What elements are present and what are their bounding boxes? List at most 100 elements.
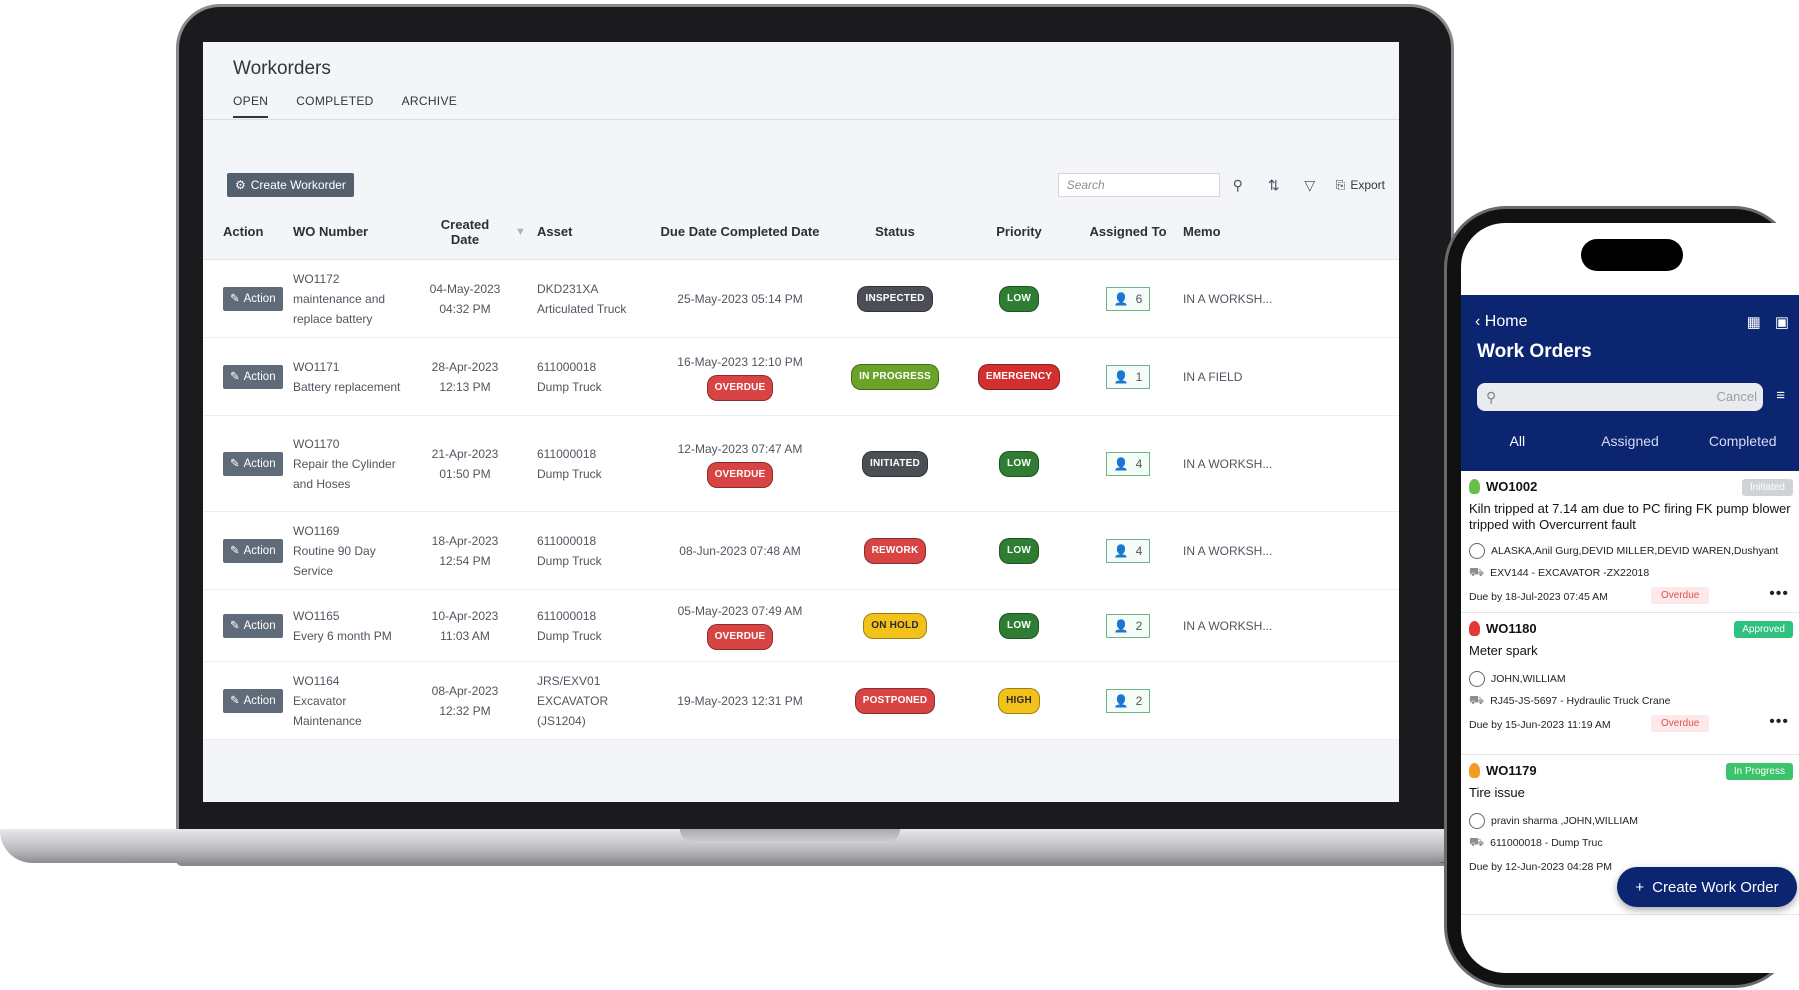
- column-action[interactable]: Action: [203, 224, 287, 239]
- due-date: 25-May-2023 05:14 PM: [677, 291, 803, 306]
- tab-archive[interactable]: ARCHIVE: [402, 94, 457, 118]
- card-wo-number: WO1180: [1469, 621, 1537, 636]
- row-action-button[interactable]: ✎ Action: [223, 451, 283, 476]
- created-date: 28-Apr-2023: [431, 359, 499, 374]
- created-cell: 28-Apr-2023 12:13 PM: [421, 357, 509, 397]
- user-icon: 👤: [1113, 618, 1129, 633]
- due-cell: 12-May-2023 07:47 AM OVERDUE: [649, 439, 831, 488]
- mobile-search-input[interactable]: ⚲ Cancel: [1477, 383, 1763, 411]
- search-input[interactable]: Search: [1057, 173, 1220, 197]
- wo-description: Routine 90 Day Service: [293, 543, 376, 578]
- archive-box-icon[interactable]: ▣: [1775, 313, 1789, 331]
- wo-number[interactable]: WO1169: [293, 521, 415, 541]
- wo-number[interactable]: WO1164: [293, 671, 415, 691]
- status-cell: INSPECTED: [831, 285, 959, 312]
- sort-icon[interactable]: ⇅: [1256, 177, 1292, 194]
- row-action-button[interactable]: ✎ Action: [223, 688, 283, 713]
- wo-number[interactable]: WO1171: [293, 357, 415, 377]
- assigned-chip[interactable]: 👤 2: [1105, 688, 1151, 713]
- assigned-chip[interactable]: 👤 4: [1105, 451, 1151, 476]
- column-asset[interactable]: Asset: [531, 224, 649, 239]
- priority-badge: EMERGENCY: [977, 363, 1061, 390]
- edit-icon: ✎: [230, 694, 240, 707]
- create-workorder-button[interactable]: ⚙ Create Workorder: [227, 173, 354, 197]
- row-action-button[interactable]: ✎ Action: [223, 613, 283, 638]
- column-memo[interactable]: Memo: [1177, 224, 1287, 239]
- filter-lines-icon[interactable]: ≡: [1776, 387, 1785, 404]
- wo-number[interactable]: WO1170: [293, 434, 415, 454]
- column-filter-icon[interactable]: ▼: [509, 226, 531, 238]
- calendar-icon[interactable]: ▦: [1747, 313, 1761, 331]
- table-row[interactable]: ✎ Action WO1172 maintenance and replace bat…: [203, 260, 1399, 338]
- status-cell: ON HOLD: [831, 612, 959, 639]
- action-cell: ✎ Action: [203, 688, 287, 713]
- export-button[interactable]: ⎘ Export: [1336, 178, 1385, 193]
- asset-id: JRS/EXV01: [537, 673, 601, 688]
- status-badge: POSTPONED: [854, 687, 936, 714]
- assigned-chip[interactable]: 👤 4: [1105, 538, 1151, 563]
- card-asset: ⛟ 611000018 - Dump Truc: [1469, 835, 1603, 851]
- card-status-badge: In Progress: [1725, 763, 1793, 780]
- more-options-icon[interactable]: •••: [1769, 713, 1789, 731]
- assigned-count: 4: [1135, 543, 1143, 558]
- filter-icon[interactable]: ▽: [1292, 177, 1328, 194]
- asset-label: 611000018 - Dump Truc: [1490, 837, 1603, 849]
- column-status[interactable]: Status: [831, 224, 959, 239]
- assigned-chip[interactable]: 👤 1: [1105, 364, 1151, 389]
- tab-all[interactable]: All: [1461, 433, 1574, 449]
- asset-name: Dump Truck: [537, 466, 602, 481]
- column-due-date[interactable]: Due Date Completed Date: [649, 224, 831, 239]
- memo-cell: IN A FIELD: [1183, 369, 1243, 384]
- table-row[interactable]: ✎ Action WO1170 Repair the Cylinder and Hos…: [203, 416, 1399, 512]
- wo-number[interactable]: WO1172: [293, 269, 415, 289]
- create-work-order-fab[interactable]: + Create Work Order: [1617, 867, 1797, 907]
- row-action-button[interactable]: ✎ Action: [223, 286, 283, 311]
- tab-completed[interactable]: Completed: [1686, 433, 1799, 449]
- overdue-badge: OVERDUE: [706, 375, 774, 401]
- column-wo-number[interactable]: WO Number: [287, 224, 421, 239]
- table-row[interactable]: ✎ Action WO1164 Excavator Maintenance 08-Apr…: [203, 662, 1399, 740]
- card-overdue-badge: Overdue: [1651, 715, 1710, 732]
- asset-name: EXCAVATOR (JS1204): [537, 693, 609, 728]
- search-icon[interactable]: ⚲: [1220, 177, 1256, 194]
- back-button[interactable]: ‹ Home: [1475, 313, 1527, 331]
- tab-open[interactable]: OPEN: [233, 94, 269, 118]
- column-created-date[interactable]: Created Date: [421, 217, 509, 247]
- row-action-button[interactable]: ✎ Action: [223, 364, 283, 389]
- assigned-chip[interactable]: 👤 6: [1105, 286, 1151, 311]
- tab-assigned[interactable]: Assigned: [1574, 433, 1687, 449]
- tab-completed[interactable]: COMPLETED: [296, 94, 373, 118]
- more-options-icon[interactable]: •••: [1769, 585, 1789, 603]
- created-time: 01:50 PM: [439, 466, 491, 481]
- header-actions: ▦ ▣: [1747, 313, 1789, 331]
- table-row[interactable]: ✎ Action WO1169 Routine 90 Day Service 18-Ap…: [203, 512, 1399, 590]
- due-cell: 08-Jun-2023 07:48 AM: [649, 541, 831, 561]
- workorder-card[interactable]: WO1180 Approved Meter spark JOHN,WILLIAM ⛟ RJ…: [1461, 613, 1799, 755]
- assigned-chip[interactable]: 👤 2: [1105, 613, 1151, 638]
- asset-name: Dump Truck: [537, 553, 602, 568]
- created-date: 08-Apr-2023: [431, 683, 499, 698]
- assigned-cell: 👤 4: [1079, 451, 1177, 476]
- priority-cell: HIGH: [959, 687, 1079, 714]
- toolbar: ⚙ Create Workorder Search ⚲ ⇅ ▽ ⎘ Export: [227, 170, 1385, 200]
- due-date: 12-May-2023 07:47 AM: [677, 442, 803, 456]
- wo-number[interactable]: WO1165: [293, 606, 415, 626]
- edit-icon: ✎: [230, 619, 240, 632]
- column-assigned-to[interactable]: Assigned To: [1079, 224, 1177, 239]
- action-label: Action: [243, 292, 276, 305]
- workorder-card[interactable]: WO1002 Initiated Kiln tripped at 7.14 am d…: [1461, 471, 1799, 613]
- asset-cell: JRS/EXV01 EXCAVATOR (JS1204): [531, 671, 649, 731]
- laptop-notch: [680, 829, 900, 843]
- card-due-date: Due by 15-Jun-2023 11:19 AM: [1469, 719, 1611, 731]
- asset-id: 611000018: [537, 359, 597, 374]
- row-action-button[interactable]: ✎ Action: [223, 538, 283, 563]
- status-badge: REWORK: [863, 537, 927, 564]
- table-row[interactable]: ✎ Action WO1165 Every 6 month PM 10-Apr-2023…: [203, 590, 1399, 662]
- card-status-badge: Approved: [1734, 621, 1793, 638]
- column-priority[interactable]: Priority: [959, 224, 1079, 239]
- status-cell: IN PROGRESS: [831, 363, 959, 390]
- asset-name: Dump Truck: [537, 628, 602, 643]
- created-cell: 10-Apr-2023 11:03 AM: [421, 606, 509, 646]
- table-row[interactable]: ✎ Action WO1171 Battery replacement 28-Apr-2…: [203, 338, 1399, 416]
- search-cancel-button[interactable]: Cancel: [1717, 389, 1757, 404]
